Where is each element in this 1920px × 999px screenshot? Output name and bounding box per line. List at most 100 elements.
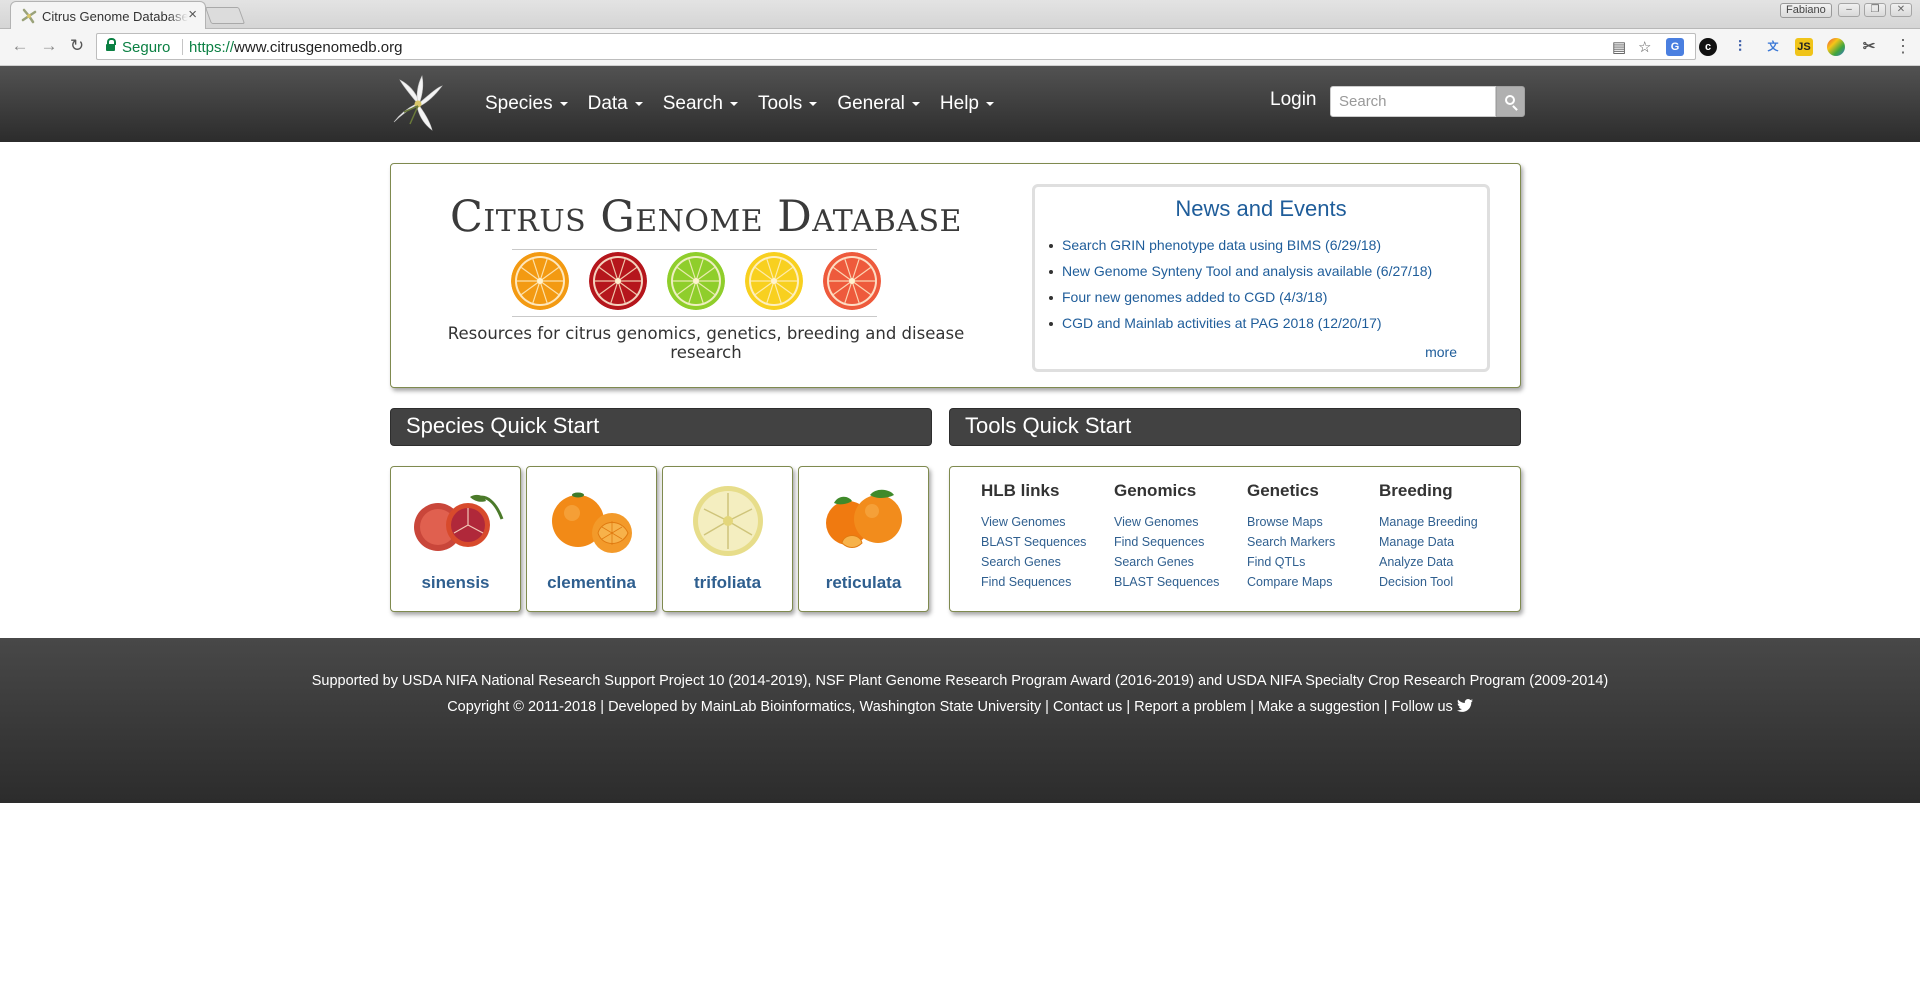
login-link[interactable]: Login [1270,89,1317,111]
chrome-extension-icon[interactable]: c [1699,38,1717,56]
twitter-bird-icon[interactable] [1456,699,1473,712]
forward-arrow-icon[interactable]: → [38,35,60,57]
citrus-slices-banner [511,252,881,314]
reload-icon[interactable]: ↻ [66,35,88,57]
main-menu: Species Data Search Tools General Help [475,66,1004,142]
site-navbar: Species Data Search Tools General Help L… [0,66,1920,142]
species-card-sinensis[interactable]: sinensis [390,466,521,612]
bookmark-star-icon[interactable]: ☆ [1638,38,1651,56]
tool-link[interactable]: BLAST Sequences [1114,572,1247,592]
address-bar[interactable]: Seguro https://www.citrusgenomedb.org ▤ … [96,33,1696,60]
news-item[interactable]: Search GRIN phenotype data using BIMS (6… [1045,237,1432,263]
copyright-text: Copyright © 2011-2018 | Developed by [447,699,701,715]
menu-help[interactable]: Help [930,66,1004,142]
tool-link[interactable]: View Genomes [1114,512,1247,532]
lime-slice-image [667,252,725,310]
menu-help-label: Help [939,93,979,114]
university-text: , Washington State University | [851,699,1053,715]
js-icon[interactable]: JS [1795,38,1813,56]
report-problem-link[interactable]: Report a problem [1134,699,1246,715]
blood-orange-image [414,494,504,551]
new-tab-button[interactable] [204,7,246,24]
profile-badge[interactable]: Fabiano [1780,3,1832,18]
species-name: trifoliata [693,573,762,592]
news-item[interactable]: Four new genomes added to CGD (4/3/18) [1045,289,1432,315]
site-title: Citrus Genome Database [450,192,962,242]
tool-link[interactable]: Manage Data [1379,532,1512,552]
google-translate-extension-icon[interactable]: G [1666,38,1684,56]
tool-link[interactable]: Manage Breeding [1379,512,1512,532]
citrus-blossom-logo[interactable] [388,72,448,134]
omnibox-divider [182,39,183,55]
contact-link[interactable]: Contact us [1053,699,1122,715]
tool-link[interactable]: Decision Tool [1379,572,1512,592]
follow-label: Follow us [1391,699,1453,715]
species-card-reticulata[interactable]: reticulata [798,466,929,612]
caret-down-icon [634,102,643,106]
tools-column-heading: Genomics [1114,481,1197,500]
translate-icon[interactable]: ▤ [1612,38,1626,56]
menu-tools[interactable]: Tools [748,66,827,142]
colorzilla-icon[interactable] [1827,38,1845,56]
tool-link[interactable]: BLAST Sequences [981,532,1114,552]
url-text[interactable]: https://www.citrusgenomedb.org [189,39,402,56]
news-more-link[interactable]: more [1425,344,1457,360]
news-item[interactable]: New Genome Synteny Tool and analysis ava… [1045,263,1432,289]
tool-link[interactable]: Find Sequences [1114,532,1247,552]
minimize-icon[interactable]: – [1838,3,1860,17]
translate-extension-icon[interactable]: 文 [1764,38,1782,56]
separator: | [1246,699,1258,715]
browser-tab[interactable]: Citrus Genome Database × [10,1,206,29]
blood-orange-slice-image [589,252,647,310]
mainlab-link[interactable]: MainLab Bioinformatics [701,699,852,715]
species-card-clementina[interactable]: clementina [526,466,657,612]
tool-link[interactable]: View Genomes [981,512,1114,532]
tool-link[interactable]: Find QTLs [1247,552,1380,572]
site-footer: Supported by USDA NIFA National Research… [0,638,1920,803]
tool-link[interactable]: Find Sequences [981,572,1114,592]
tools-column-hlb: HLB links View Genomes BLAST Sequences S… [981,481,1114,592]
menu-data[interactable]: Data [578,66,653,142]
tool-link[interactable]: Search Genes [981,552,1114,572]
menu-general[interactable]: General [827,66,930,142]
menu-data-label: Data [587,93,628,114]
tab-close-icon[interactable]: × [188,7,197,23]
news-title: News and Events [1175,196,1347,221]
site-tagline: Resources for citrus genomics, genetics,… [447,324,965,362]
browser-menu-icon[interactable]: ⋮ [1894,36,1912,56]
window-close-icon[interactable]: ✕ [1890,3,1912,17]
suggestion-link[interactable]: Make a suggestion [1258,699,1380,715]
species-name: sinensis [421,573,490,592]
tool-link[interactable]: Search Genes [1114,552,1247,572]
divider-line [512,316,877,317]
menu-tools-label: Tools [757,93,803,114]
equalizer-icon[interactable]: ⫶ [1731,38,1749,56]
citrus-flower-favicon [21,8,37,24]
scissors-icon[interactable]: ✂ [1860,38,1878,56]
clementine-image [552,492,632,553]
tool-link[interactable]: Compare Maps [1247,572,1380,592]
tool-link[interactable]: Browse Maps [1247,512,1380,532]
site-search-input[interactable] [1330,86,1496,117]
species-quick-start-header: Species Quick Start [390,408,932,446]
news-list: Search GRIN phenotype data using BIMS (6… [1045,237,1432,341]
tool-link[interactable]: Analyze Data [1379,552,1512,572]
copyright-line: Copyright © 2011-2018 | Developed by Mai… [0,699,1920,715]
tools-column-genetics: Genetics Browse Maps Search Markers Find… [1247,481,1380,592]
search-icon [1505,95,1515,105]
tools-column-heading: Breeding [1379,481,1453,500]
news-item[interactable]: CGD and Mainlab activities at PAG 2018 (… [1045,315,1432,341]
menu-search[interactable]: Search [653,66,748,142]
tools-column-heading: Genetics [1247,481,1319,500]
restore-icon[interactable]: ❐ [1864,3,1886,17]
species-card-trifoliata[interactable]: trifoliata [662,466,793,612]
tool-link[interactable]: Search Markers [1247,532,1380,552]
search-button[interactable] [1496,86,1525,117]
menu-general-label: General [837,93,905,114]
orange-slice-image [511,252,569,310]
browser-toolbar: ← → ↻ Seguro https://www.citrusgenomedb.… [0,29,1920,66]
back-arrow-icon[interactable]: ← [9,35,31,57]
caret-down-icon [729,102,738,106]
url-host: www.citrusgenomedb.org [234,39,403,56]
menu-species[interactable]: Species [475,66,578,142]
